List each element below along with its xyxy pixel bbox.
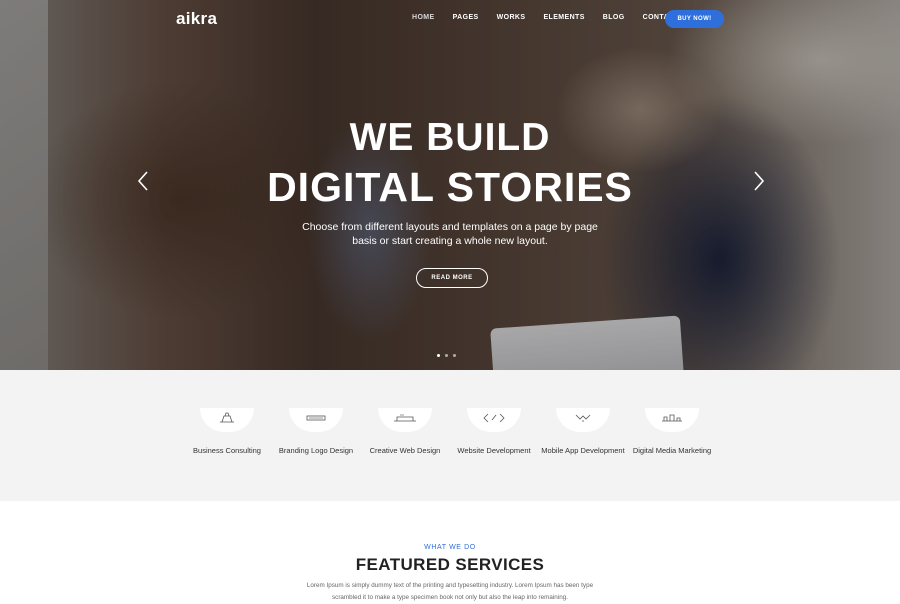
slider-pagination (437, 354, 456, 357)
section-description: Lorem Ipsum is simply dummy text of the … (306, 582, 594, 601)
services-strip: Business Consulting Branding Logo Design… (0, 370, 900, 501)
service-creative-web-design[interactable]: Creative Web Design (360, 408, 450, 455)
service-icon-holder (556, 408, 610, 432)
chevron-right-icon[interactable] (752, 170, 766, 192)
service-label: Digital Media Marketing (632, 446, 712, 455)
menu-item-pages[interactable]: PAGES (453, 14, 479, 21)
hero-subtitle: Choose from different layouts and templa… (302, 221, 598, 247)
briefcase-icon (220, 412, 234, 423)
pen-icon (306, 415, 326, 421)
hero-slider: aikra HOME PAGES WORKS ELEMENTS BLOG CON… (0, 0, 900, 370)
read-more-button[interactable]: READ MORE (416, 268, 488, 288)
service-icon-holder (200, 408, 254, 432)
laptop-icon (394, 414, 416, 422)
service-icon-holder (378, 408, 432, 432)
service-icon-holder (467, 408, 521, 432)
slider-dot-2[interactable] (445, 354, 448, 357)
megaphone-icon (662, 414, 682, 422)
service-label: Mobile App Development (541, 446, 625, 455)
section-title: FEATURED SERVICES (355, 555, 545, 574)
site-logo[interactable]: aikra (176, 9, 217, 29)
service-mobile-app-development[interactable]: Mobile App Development (538, 408, 628, 455)
service-branding-logo-design[interactable]: Branding Logo Design (271, 408, 361, 455)
top-navigation: aikra HOME PAGES WORKS ELEMENTS BLOG CON… (0, 0, 900, 40)
service-label: Creative Web Design (369, 446, 441, 455)
service-digital-media-marketing[interactable]: Digital Media Marketing (627, 408, 717, 455)
main-menu: HOME PAGES WORKS ELEMENTS BLOG CONTACT (412, 14, 697, 21)
hero-title-line1: WE BUILD (349, 116, 551, 159)
menu-item-blog[interactable]: BLOG (603, 14, 625, 21)
featured-services-section: WHAT WE DO FEATURED SERVICES Lorem Ipsum… (0, 501, 900, 601)
slider-dot-1[interactable] (437, 354, 440, 357)
section-kicker: WHAT WE DO (424, 544, 476, 551)
menu-item-elements[interactable]: ELEMENTS (543, 14, 584, 21)
code-icon (483, 413, 505, 423)
service-label: Business Consulting (193, 446, 261, 455)
chevron-left-icon[interactable] (136, 170, 150, 192)
menu-item-home[interactable]: HOME (412, 14, 435, 21)
service-website-development[interactable]: Website Development (449, 408, 539, 455)
menu-item-works[interactable]: WORKS (497, 14, 526, 21)
slider-dot-3[interactable] (453, 354, 456, 357)
service-label: Website Development (457, 446, 531, 455)
service-business-consulting[interactable]: Business Consulting (182, 408, 272, 455)
service-icon-holder (645, 408, 699, 432)
service-icon-holder (289, 408, 343, 432)
service-label: Branding Logo Design (278, 446, 354, 455)
buy-now-button[interactable]: BUY NOW! (665, 10, 724, 28)
mobile-icon (575, 414, 591, 422)
